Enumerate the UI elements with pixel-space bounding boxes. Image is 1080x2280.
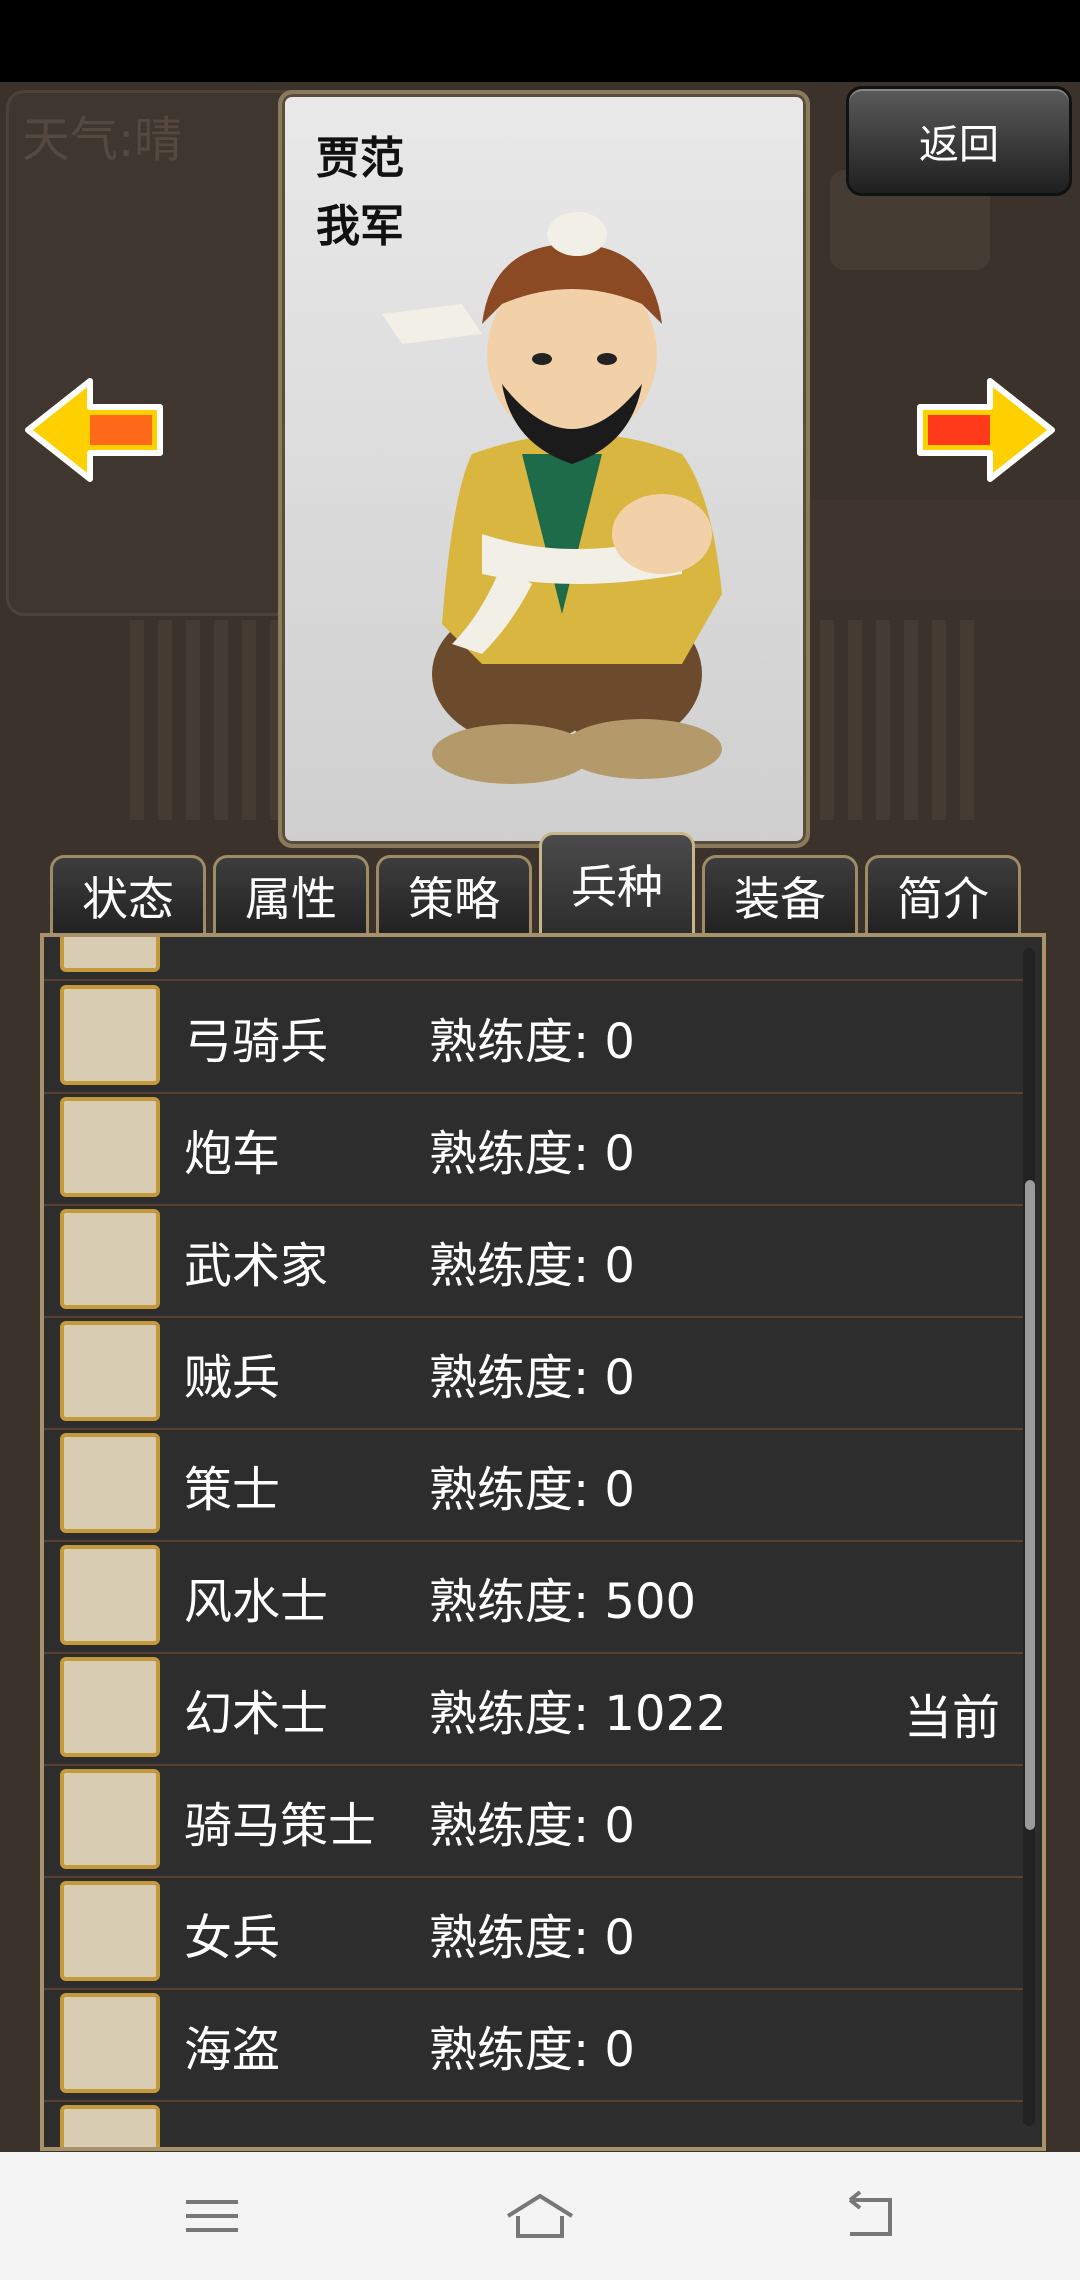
troop-icon bbox=[60, 937, 160, 972]
info-tabs: 状态 属性 策略 兵种 装备 简介 bbox=[50, 830, 1030, 933]
tab-label: 属性 bbox=[245, 871, 337, 926]
tab-label: 简介 bbox=[897, 871, 989, 926]
tab-biography[interactable]: 简介 bbox=[865, 855, 1021, 933]
troop-name: 武术家 bbox=[184, 1238, 329, 1294]
strategist-icon bbox=[60, 1433, 160, 1533]
tab-label: 状态 bbox=[82, 871, 174, 926]
troop-proficiency: 熟练度: 0 bbox=[429, 2022, 635, 2078]
mounted-strategist-icon bbox=[60, 1769, 160, 1869]
background-decoration bbox=[130, 620, 284, 820]
troop-proficiency: 熟练度: 0 bbox=[429, 1350, 635, 1406]
tab-label: 兵种 bbox=[571, 860, 663, 914]
list-item-partial[interactable] bbox=[44, 937, 1029, 981]
general-portrait bbox=[382, 212, 722, 784]
list-item[interactable]: 贼兵 熟练度: 0 bbox=[44, 1316, 1029, 1430]
troop-name: 炮车 bbox=[184, 1126, 281, 1182]
list-item[interactable]: 炮车 熟练度: 0 bbox=[44, 1092, 1029, 1206]
horse-archer-icon bbox=[60, 985, 160, 1085]
troop-proficiency: 熟练度: 500 bbox=[429, 1574, 697, 1630]
troop-proficiency: 熟练度: 0 bbox=[429, 1014, 635, 1070]
illusionist-icon bbox=[60, 1657, 160, 1757]
list-item-partial[interactable] bbox=[44, 2100, 1029, 2147]
background-decoration bbox=[820, 620, 974, 820]
tab-status[interactable]: 状态 bbox=[50, 855, 206, 933]
tab-label: 策略 bbox=[408, 871, 500, 926]
next-general-arrow-icon[interactable] bbox=[910, 375, 1060, 485]
geomancer-icon bbox=[60, 1545, 160, 1645]
catapult-icon bbox=[60, 1097, 160, 1197]
list-item[interactable]: 女兵 熟练度: 0 bbox=[44, 1876, 1029, 1990]
list-item[interactable]: 幻术士 熟练度: 1022 当前 bbox=[44, 1652, 1029, 1766]
bandit-icon bbox=[60, 1321, 160, 1421]
menu-icon[interactable] bbox=[172, 2186, 252, 2246]
troop-type-list[interactable]: 弓骑兵 熟练度: 0 炮车 熟练度: 0 武术家 熟练度: 0 贼兵 熟练度: … bbox=[40, 933, 1046, 2151]
tab-label: 装备 bbox=[734, 871, 826, 926]
troop-name: 幻术士 bbox=[184, 1686, 329, 1742]
weather-label: 天气:晴 bbox=[22, 112, 183, 168]
current-troop-badge: 当前 bbox=[904, 1690, 1001, 1746]
list-item[interactable]: 策士 熟练度: 0 bbox=[44, 1428, 1029, 1542]
tab-equipment[interactable]: 装备 bbox=[702, 855, 858, 933]
tab-attributes[interactable]: 属性 bbox=[213, 855, 369, 933]
troop-proficiency: 熟练度: 0 bbox=[429, 1798, 635, 1854]
troop-name: 策士 bbox=[184, 1462, 281, 1518]
general-name: 贾范 bbox=[316, 133, 404, 184]
martial-artist-icon bbox=[60, 1209, 160, 1309]
troop-name: 风水士 bbox=[184, 1574, 329, 1630]
troop-icon bbox=[60, 2105, 160, 2147]
troop-name: 海盗 bbox=[184, 2022, 281, 2078]
troop-proficiency: 熟练度: 0 bbox=[429, 1910, 635, 1966]
troop-name: 骑马策士 bbox=[184, 1798, 377, 1854]
back-button[interactable]: 返回 bbox=[846, 86, 1072, 196]
back-button-label: 返回 bbox=[919, 122, 999, 168]
pirate-icon bbox=[60, 1993, 160, 2093]
troop-proficiency: 熟练度: 0 bbox=[429, 1126, 635, 1182]
status-bar bbox=[0, 0, 1080, 82]
tab-troop-types[interactable]: 兵种 bbox=[539, 832, 695, 933]
previous-general-arrow-icon[interactable] bbox=[20, 375, 170, 485]
troop-name: 女兵 bbox=[184, 1910, 281, 1966]
list-item[interactable]: 风水士 熟练度: 500 bbox=[44, 1540, 1029, 1654]
troop-name: 弓骑兵 bbox=[184, 1014, 329, 1070]
tab-tactics[interactable]: 策略 bbox=[376, 855, 532, 933]
system-navigation-bar bbox=[0, 2152, 1080, 2280]
troop-name: 贼兵 bbox=[184, 1350, 281, 1406]
list-item[interactable]: 武术家 熟练度: 0 bbox=[44, 1204, 1029, 1318]
troop-proficiency: 熟练度: 0 bbox=[429, 1238, 635, 1294]
list-item[interactable]: 骑马策士 熟练度: 0 bbox=[44, 1764, 1029, 1878]
list-item[interactable]: 海盗 熟练度: 0 bbox=[44, 1988, 1029, 2102]
troop-proficiency: 熟练度: 1022 bbox=[429, 1686, 727, 1742]
home-icon[interactable] bbox=[500, 2186, 580, 2246]
troop-proficiency: 熟练度: 0 bbox=[429, 1462, 635, 1518]
female-soldier-icon bbox=[60, 1881, 160, 1981]
back-icon[interactable] bbox=[830, 2186, 910, 2246]
list-item[interactable]: 弓骑兵 熟练度: 0 bbox=[44, 980, 1029, 1094]
scrollbar-thumb[interactable] bbox=[1025, 1180, 1035, 1830]
general-portrait-card: 贾范 我军 bbox=[278, 90, 810, 848]
